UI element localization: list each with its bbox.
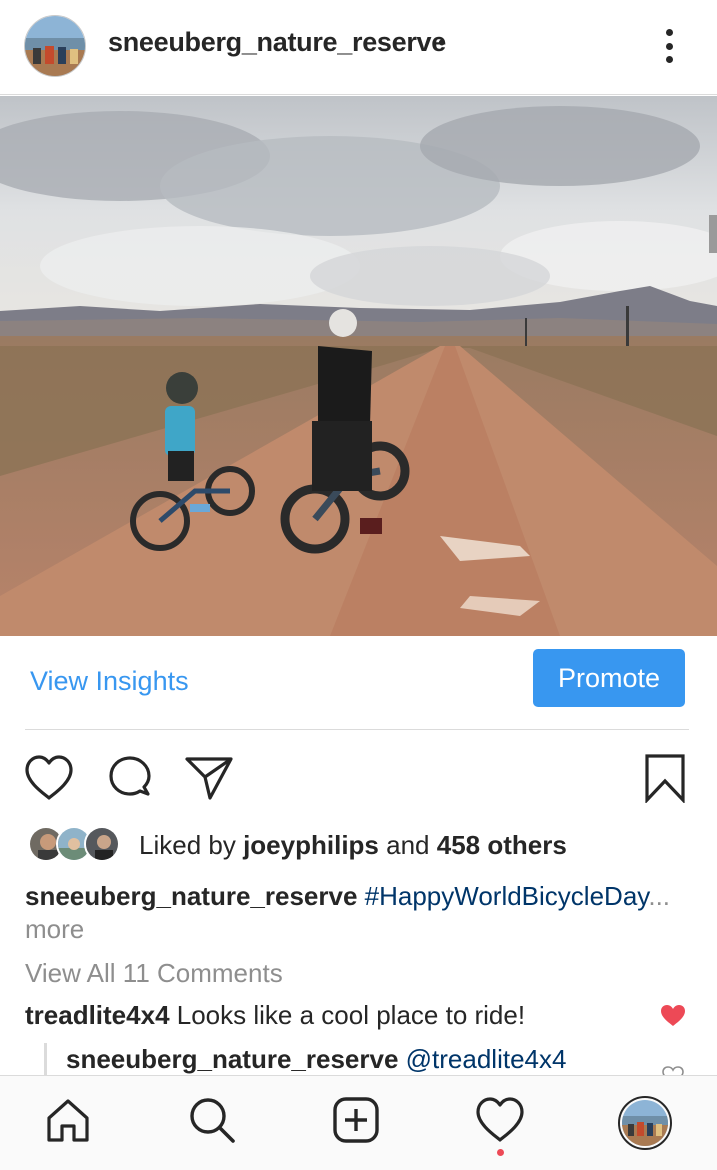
- share-icon[interactable]: [181, 750, 237, 806]
- reply-mention[interactable]: @treadlite4x4: [406, 1044, 567, 1074]
- reply-item: sneeuberg_nature_reserve @treadlite4x4: [66, 1044, 566, 1075]
- liker-avatars[interactable]: [28, 825, 128, 865]
- comment-username[interactable]: treadlite4x4: [25, 1000, 170, 1030]
- insights-row: View Insights Promote: [0, 636, 717, 730]
- post-photo[interactable]: [0, 96, 717, 636]
- view-all-comments-link[interactable]: View All 11 Comments: [25, 958, 283, 989]
- comment-text: Looks like a cool place to ride!: [176, 1000, 526, 1030]
- home-icon[interactable]: [40, 1092, 96, 1148]
- likes-row: Liked by joeyphilips and 458 others: [28, 825, 708, 867]
- caption-more-link[interactable]: more: [25, 914, 84, 945]
- bookmark-icon[interactable]: [637, 750, 693, 806]
- caption-ellipsis: ...: [648, 881, 671, 911]
- bottom-navigation: [0, 1075, 717, 1170]
- comment-item: treadlite4x4 Looks like a cool place to …: [25, 1000, 525, 1031]
- new-post-icon[interactable]: [328, 1092, 384, 1148]
- likes-summary[interactable]: Liked by joeyphilips and 458 others: [139, 830, 567, 861]
- comment-liked-heart-icon[interactable]: [660, 1004, 686, 1028]
- post-author-username[interactable]: sneeuberg_nature_reserve: [108, 27, 446, 58]
- post-caption: sneeuberg_nature_reserve #HappyWorldBicy…: [25, 877, 695, 915]
- comment-icon[interactable]: [102, 750, 158, 806]
- heart-icon[interactable]: [21, 750, 77, 806]
- reply-thread-line: [44, 1043, 47, 1078]
- separator-dot: •: [438, 30, 446, 55]
- likes-prefix: Liked by: [139, 830, 236, 860]
- likes-others-count[interactable]: 458 others: [437, 830, 567, 860]
- divider: [25, 729, 689, 730]
- liker-avatar: [84, 826, 120, 862]
- more-vertical-icon[interactable]: [652, 24, 686, 68]
- search-icon[interactable]: [184, 1092, 240, 1148]
- activity-badge-dot: [497, 1149, 504, 1156]
- reply-username[interactable]: sneeuberg_nature_reserve: [66, 1044, 398, 1074]
- view-insights-link[interactable]: View Insights: [30, 666, 189, 697]
- first-liker-username[interactable]: joeyphilips: [243, 830, 379, 860]
- scroll-indicator[interactable]: [709, 215, 717, 253]
- activity-icon[interactable]: [472, 1092, 528, 1148]
- profile-tab-avatar[interactable]: [618, 1096, 672, 1150]
- caption-hashtag[interactable]: #HappyWorldBicycleDay: [365, 881, 649, 911]
- profile-avatar[interactable]: [24, 15, 86, 77]
- caption-username[interactable]: sneeuberg_nature_reserve: [25, 881, 357, 911]
- likes-connector: and: [386, 830, 430, 860]
- post-header: sneeuberg_nature_reserve •: [0, 0, 717, 95]
- promote-button[interactable]: Promote: [533, 649, 685, 707]
